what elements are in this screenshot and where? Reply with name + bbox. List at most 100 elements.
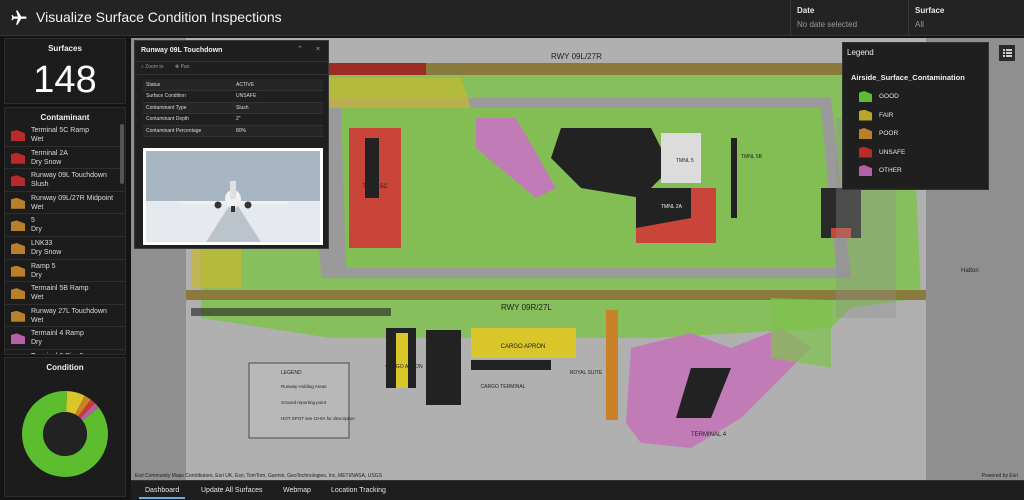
surface-name: Runway 09L Touchdown (31, 172, 107, 180)
surface-name: Terminal 2A (31, 149, 68, 157)
legend-toggle-button[interactable] (999, 45, 1015, 61)
chart-legend-holding: Runway Holding Areas (281, 384, 327, 389)
legend-swatch-icon (859, 128, 872, 139)
condition-swatch-icon (11, 175, 25, 187)
contaminant-list-item[interactable]: Ramp 5 Dry (5, 260, 125, 283)
runway-south-label: RWY 09R/27L (501, 303, 552, 312)
collapse-icon[interactable]: ⌃ (295, 45, 305, 55)
contaminant-value: Wet (31, 316, 44, 324)
surface-filter[interactable]: Surface All (908, 0, 1024, 36)
surface-name: 5 (31, 217, 35, 225)
condition-swatch-icon (11, 242, 25, 254)
condition-swatch-icon (11, 220, 25, 232)
contaminant-list-item[interactable]: Runway 09L Touchdown Slush (5, 169, 125, 192)
contaminant-list-item[interactable]: Runway 27L Touchdown Wet (5, 305, 125, 328)
surfaces-indicator: Surfaces 148 (4, 38, 126, 104)
inspection-photo[interactable] (143, 148, 323, 245)
attribute-key: Surface Condition (143, 90, 233, 103)
date-filter-label: Date (797, 6, 815, 15)
tab-dashboard[interactable]: Dashboard (139, 485, 186, 499)
attribute-key: Contaminant Percentage (143, 125, 233, 137)
app-header: Visualize Surface Condition Inspections … (0, 0, 1024, 36)
close-icon[interactable]: × (313, 45, 323, 55)
contaminant-value: Wet (31, 136, 44, 143)
surfaces-title: Surfaces (48, 44, 82, 53)
powered-by-esri[interactable]: Powered by Esri (982, 473, 1018, 479)
condition-swatch-icon (11, 310, 25, 322)
surface-filter-value: All (915, 20, 924, 29)
legend-swatch-icon (859, 165, 872, 176)
legend-item-label: POOR (879, 130, 899, 137)
condition-title: Condition (46, 363, 84, 372)
chart-legend-hotspot: HOT SPOT see 10-8A for description (281, 416, 355, 421)
contaminant-value: Dry (31, 271, 42, 279)
surface-name: Termainl 4 Ramp (31, 330, 84, 338)
page-tabs: Dashboard Update All Surfaces Webmap Locati… (131, 480, 1024, 500)
condition-swatch-icon (11, 265, 25, 277)
list-scrollbar[interactable] (120, 124, 124, 184)
dashboard-app: Visualize Surface Condition Inspections … (0, 0, 1024, 500)
tab-update-all-surfaces[interactable]: Update All Surfaces (195, 485, 268, 499)
map-attribution: Esri Community Maps Contributors, Esri U… (135, 473, 382, 479)
contaminant-list-panel: Contaminant Terminal 5C Ramp Wet Terminal … (4, 107, 126, 355)
surfaces-count: 148 (33, 59, 97, 101)
feature-popup: Runway 09L Touchdown ⌃ × ⌕ Zoom to ✥ Pan… (134, 40, 329, 249)
label-royal-suite: ROYAL SUITE (570, 370, 603, 376)
attribute-value: Slush (233, 102, 323, 114)
tab-webmap[interactable]: Webmap (277, 485, 317, 499)
condition-swatch-icon (11, 197, 25, 209)
surface-filter-label: Surface (915, 6, 945, 15)
contaminant-list-item[interactable]: Terminal 2A Dry Snow (5, 147, 125, 170)
contaminant-value: Wet (31, 294, 44, 302)
legend-layer-title: Airside_Surface_Contamination (851, 73, 965, 82)
condition-swatch-icon (11, 288, 25, 300)
runway-north-label: RWY 09L/27R (551, 52, 602, 61)
label-terminal-4: TERMINAL 4 (691, 432, 727, 438)
contaminant-list-item[interactable]: Termainl 4 Ramp Dry (5, 327, 125, 350)
contaminant-list: Terminal 5C Ramp Wet Terminal 2A Dry Snow Ru… (5, 124, 125, 354)
contaminant-value: Dry Snow (31, 158, 62, 166)
attribute-key: Status (143, 79, 233, 91)
condition-donut-chart (22, 391, 109, 477)
contaminant-value: Slush (31, 181, 49, 189)
airplane-photo-image (146, 151, 320, 242)
attribute-row: Contaminant Depth 2" (143, 113, 323, 126)
contaminant-value: Dry (31, 339, 42, 347)
airplane-icon (11, 10, 27, 25)
legend-item-label: UNSAFE (879, 148, 906, 156)
contaminant-title: Contaminant (40, 113, 90, 122)
contaminant-list-item[interactable]: Runway 09L/27R Midpoint Wet (5, 192, 125, 215)
legend-swatch-icon (859, 91, 872, 102)
condition-swatch-icon (11, 152, 25, 164)
surface-name: Terminal 5C Ramp (31, 127, 89, 134)
date-filter[interactable]: Date No date selected (790, 0, 908, 36)
legend-item-label: FAIR (879, 111, 894, 119)
surface-name: Termainl 5B Ramp (31, 285, 89, 293)
zoom-to-action[interactable]: ⌕ Zoom to (141, 64, 164, 70)
map-legend: Legend Airside_Surface_Contamination GOO… (842, 42, 989, 190)
pan-action[interactable]: ✥ Pan (175, 64, 190, 70)
attribute-value: 80% (233, 125, 323, 137)
contaminant-list-item[interactable]: Terminal 5C Ramp Wet (5, 124, 125, 147)
legend-title: Legend (847, 48, 874, 57)
contaminant-list-item[interactable]: LNK33 Dry Snow (5, 237, 125, 260)
label-cargo-apron: CARGO APRON (501, 344, 546, 350)
contaminant-list-item[interactable]: 5 Dry (5, 214, 125, 237)
contaminant-list-item[interactable]: Termainl 5B Ramp Wet (5, 282, 125, 305)
condition-swatch-icon (11, 130, 25, 141)
attribute-row: Surface Condition UNSAFE (143, 90, 323, 103)
legend-item-label: GOOD (879, 93, 899, 100)
attribute-key: Contaminant Type (143, 102, 233, 114)
app-title: Visualize Surface Condition Inspections (36, 9, 282, 25)
condition-chart-panel: Condition (4, 357, 126, 497)
attribute-row: Contaminant Percentage 80% (143, 125, 323, 137)
attribute-key: Contaminant Depth (143, 113, 233, 126)
list-icon (1003, 49, 1012, 57)
contaminant-value: Dry Snow (31, 248, 62, 256)
label-tmnl-5: TMNL 5 (676, 158, 694, 164)
surface-name: Terminal 3 Pier 5 (31, 353, 84, 354)
contaminant-list-item[interactable]: Terminal 3 Pier 5 (5, 350, 125, 354)
legend-swatch-icon (859, 109, 872, 121)
tab-location-tracking[interactable]: Location Tracking (325, 485, 392, 499)
donut-hole (43, 412, 87, 456)
